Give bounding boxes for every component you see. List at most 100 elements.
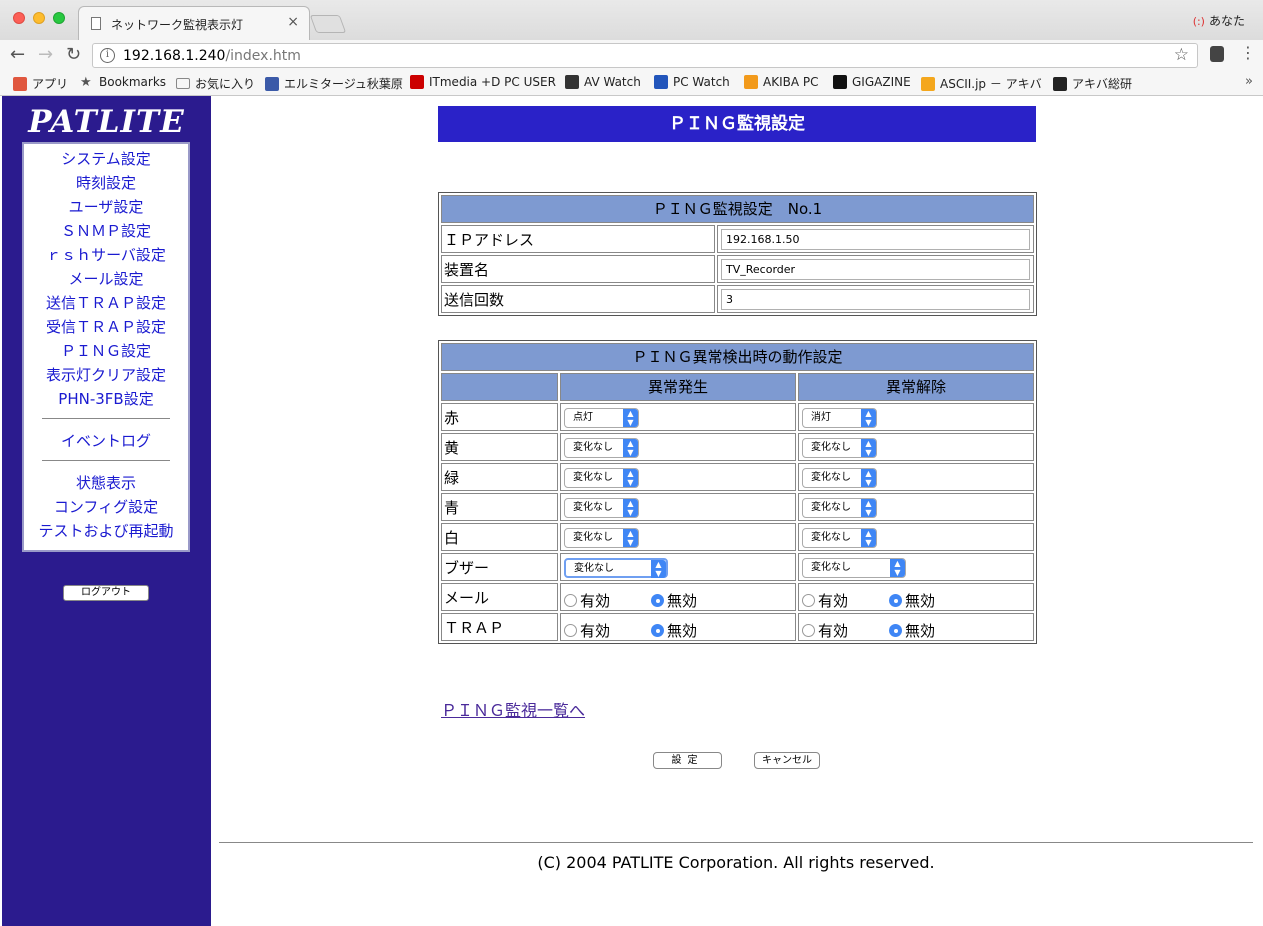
radio-enable[interactable]: 有効 <box>564 620 610 641</box>
sidebar-menu-item[interactable]: システム設定 <box>24 148 188 169</box>
action-select-value: 変化なし <box>574 563 614 574</box>
radio-enable-icon[interactable] <box>564 594 577 607</box>
radio-enable-icon[interactable] <box>802 594 815 607</box>
radio-enable[interactable]: 有効 <box>802 590 848 611</box>
info-icon[interactable]: i <box>100 48 115 63</box>
sidebar-menu-item[interactable]: 表示灯クリア設定 <box>24 364 188 385</box>
avwatch-icon <box>565 75 579 89</box>
akiba-icon <box>744 75 758 89</box>
settings-row-label: ＩＰアドレス <box>441 225 715 253</box>
settings-row-value-cell: TV_Recorder <box>717 255 1034 283</box>
minimize-window-button[interactable] <box>33 12 45 24</box>
sidebar-menu-item[interactable]: 受信ＴＲＡＰ設定 <box>24 316 188 337</box>
itmedia-icon <box>410 75 424 89</box>
browser-menu-icon[interactable]: ⋮ <box>1240 43 1256 62</box>
action-select[interactable]: 変化なし ▲ ▼ <box>564 558 668 578</box>
ping-list-link[interactable]: ＰＩＮＧ監視一覧へ <box>441 697 585 721</box>
bookmark-label: ASCII.jp － アキバ <box>940 77 1042 91</box>
radio-disable-icon[interactable] <box>651 594 664 607</box>
radio-enable-icon[interactable] <box>564 624 577 637</box>
radio-disable-icon[interactable] <box>889 624 902 637</box>
set-button[interactable]: 設定 <box>653 752 722 769</box>
action-row-label: 青 <box>441 493 558 521</box>
select-arrows-icon: ▲ ▼ <box>861 409 876 427</box>
browser-toolbar: ← → ↻ i 192.168.1.240/index.htm ☆ ⋮ <box>0 40 1263 72</box>
sidebar-menu-item[interactable]: ｒｓｈサーバ設定 <box>24 244 188 265</box>
star-icon: ★ <box>80 75 92 90</box>
bookmark-item[interactable]: AV Watch <box>565 75 641 89</box>
action-select[interactable]: 変化なし ▲ ▼ <box>802 468 877 488</box>
reload-icon[interactable]: ↻ <box>66 44 81 65</box>
forward-arrow-icon[interactable]: → <box>38 44 53 65</box>
action-select[interactable]: 変化なし ▲ ▼ <box>802 528 877 548</box>
close-window-button[interactable] <box>13 12 25 24</box>
action-select[interactable]: 変化なし ▲ ▼ <box>564 498 639 518</box>
sidebar-menu-item[interactable]: イベントログ <box>24 430 188 451</box>
new-tab-button[interactable] <box>309 15 347 33</box>
sidebar-menu-item[interactable]: テストおよび再起動 <box>24 520 188 541</box>
radio-disable-icon[interactable] <box>889 594 902 607</box>
action-row-label: 緑 <box>441 463 558 491</box>
radio-disable[interactable]: 無効 <box>889 620 935 641</box>
action-select[interactable]: 変化なし ▲ ▼ <box>802 558 906 578</box>
url-host: 192.168.1.240 <box>123 48 226 64</box>
radio-disable-icon[interactable] <box>651 624 664 637</box>
bookmark-item[interactable]: ITmedia +D PC USER <box>410 75 556 89</box>
radio-disable[interactable]: 無効 <box>651 590 697 611</box>
settings-row-value-cell: 3 <box>717 285 1034 313</box>
bookmark-item[interactable]: お気に入り <box>176 75 255 92</box>
address-bar[interactable]: i 192.168.1.240/index.htm ☆ <box>92 43 1198 68</box>
bookmark-item[interactable]: エルミタージュ秋葉原 <box>265 75 403 92</box>
sidebar-menu-item[interactable]: 送信ＴＲＡＰ設定 <box>24 292 188 313</box>
settings-value-input[interactable]: 3 <box>721 289 1030 310</box>
sidebar-menu-item[interactable]: PHN-3FB設定 <box>24 388 188 409</box>
bookmarks-overflow-icon[interactable]: » <box>1245 74 1253 89</box>
bookmark-item[interactable]: ★ Bookmarks <box>80 75 166 90</box>
bookmark-star-icon[interactable]: ☆ <box>1174 45 1189 65</box>
profile-button[interactable]: (:) あなた <box>1193 12 1245 29</box>
bookmark-item[interactable]: アキバ総研 <box>1053 75 1132 92</box>
radio-disable[interactable]: 無効 <box>651 620 697 641</box>
back-arrow-icon[interactable]: ← <box>10 44 25 65</box>
cancel-button[interactable]: キャンセル <box>754 752 820 769</box>
settings-row-label: 装置名 <box>441 255 715 283</box>
sidebar: PATLITE システム設定 時刻設定 ユーザ設定 ＳＮＭＰ設定 ｒｓｈサーバ設定 メール… <box>2 96 211 926</box>
sidebar-menu-item[interactable]: ＰＩＮＧ設定 <box>24 340 188 361</box>
settings-value-input[interactable]: 192.168.1.50 <box>721 229 1030 250</box>
bookmark-item[interactable]: PC Watch <box>654 75 730 89</box>
action-select[interactable]: 変化なし ▲ ▼ <box>802 438 877 458</box>
extension-icon[interactable] <box>1210 46 1224 62</box>
tab-close-icon[interactable]: × <box>287 14 299 30</box>
action-select-value: 変化なし <box>811 502 851 513</box>
logout-button[interactable]: ログアウト <box>63 585 149 601</box>
radio-enable[interactable]: 有効 <box>802 620 848 641</box>
bookmark-item[interactable]: AKIBA PC <box>744 75 819 89</box>
sidebar-menu-item[interactable]: メール設定 <box>24 268 188 289</box>
radio-enable[interactable]: 有効 <box>564 590 610 611</box>
sidebar-menu: システム設定 時刻設定ユーザ設定 ＳＮＭＰ設定 ｒｓｈサーバ設定 メール設定送信ＴＲＡＰ… <box>22 142 190 552</box>
radio-disable[interactable]: 無効 <box>889 590 935 611</box>
action-occur-cell: 変化なし ▲ ▼ <box>560 433 796 461</box>
bookmark-item[interactable]: アプリ <box>13 75 68 92</box>
zoom-window-button[interactable] <box>53 12 65 24</box>
action-select[interactable]: 変化なし ▲ ▼ <box>564 468 639 488</box>
sidebar-menu-item[interactable]: ユーザ設定 <box>24 196 188 217</box>
bookmark-item[interactable]: GIGAZINE <box>833 75 911 89</box>
action-select[interactable]: 変化なし ▲ ▼ <box>802 498 877 518</box>
action-select[interactable]: 点灯 ▲ ▼ <box>564 408 639 428</box>
action-select[interactable]: 消灯 ▲ ▼ <box>802 408 877 428</box>
action-select[interactable]: 変化なし ▲ ▼ <box>564 528 639 548</box>
browser-tab[interactable]: ネットワーク監視表示灯 × <box>78 6 310 40</box>
radio-enable-icon[interactable] <box>802 624 815 637</box>
sidebar-menu-item[interactable]: 状態表示 <box>24 472 188 493</box>
sidebar-menu-item[interactable]: コンフィグ設定 <box>24 496 188 517</box>
action-select-value: 変化なし <box>811 562 851 573</box>
sidebar-menu-item[interactable]: ＳＮＭＰ設定 <box>24 220 188 241</box>
action-select-value: 変化なし <box>811 472 851 483</box>
bookmark-item[interactable]: ASCII.jp － アキバ <box>921 75 1042 92</box>
settings-value-input[interactable]: TV_Recorder <box>721 259 1030 280</box>
select-arrows-icon: ▲ ▼ <box>861 469 876 487</box>
ping-settings-header: ＰＩＮＧ監視設定 No.1 <box>441 195 1034 223</box>
action-select[interactable]: 変化なし ▲ ▼ <box>564 438 639 458</box>
sidebar-menu-item[interactable]: 時刻設定 <box>24 172 188 193</box>
